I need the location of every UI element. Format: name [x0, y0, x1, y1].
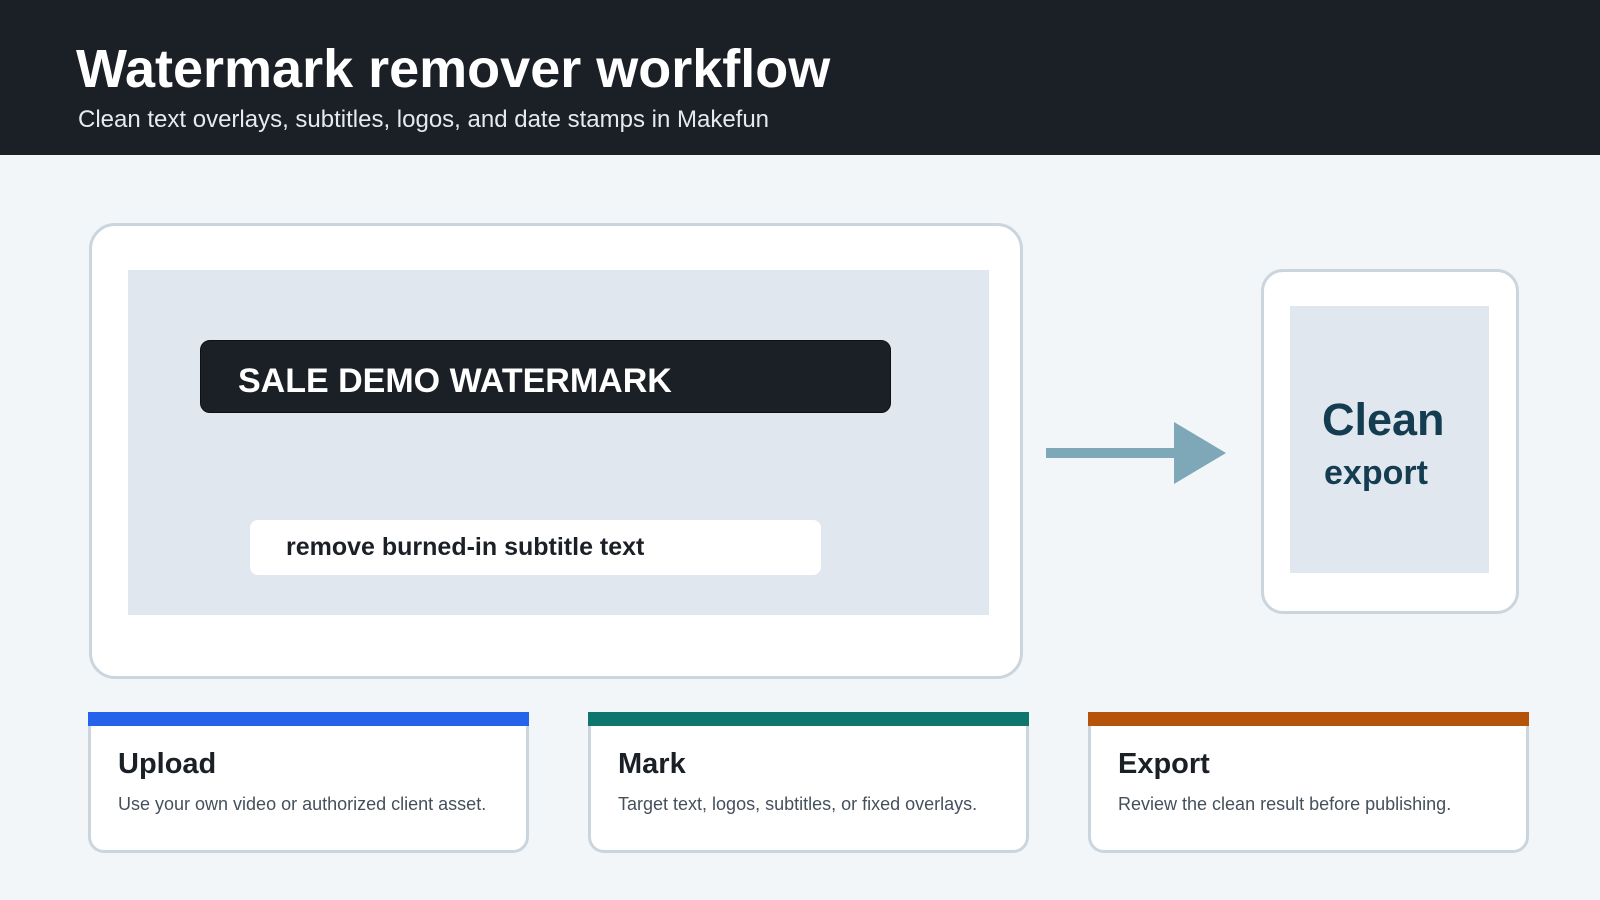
subtitle-overlay-text: remove burned-in subtitle text: [286, 533, 645, 561]
arrow-right-icon: [1046, 422, 1226, 484]
watermark-text: SALE DEMO WATERMARK: [238, 362, 672, 400]
header: Watermark remover workflow Clean text ov…: [0, 0, 1600, 155]
step-description: Review the clean result before publishin…: [1118, 794, 1452, 814]
step-card-mark: Mark Target text, logos, subtitles, or f…: [588, 712, 1029, 853]
clean-label: Clean: [1322, 394, 1445, 445]
step-title: Mark: [618, 748, 686, 780]
page-subtitle: Clean text overlays, subtitles, logos, a…: [78, 106, 770, 133]
step-card-upload: Upload Use your own video or authorized …: [88, 712, 529, 853]
step-description: Target text, logos, subtitles, or fixed …: [618, 794, 978, 814]
arrow-shaft: [1046, 448, 1176, 458]
step-accent-bar: [1088, 712, 1529, 726]
step-accent-bar: [88, 712, 529, 726]
step-accent-bar: [588, 712, 1029, 726]
step-title: Upload: [118, 748, 217, 780]
page-title: Watermark remover workflow: [76, 39, 831, 99]
step-title: Export: [1118, 748, 1210, 780]
step-card-export: Export Review the clean result before pu…: [1088, 712, 1529, 853]
export-label: export: [1324, 454, 1428, 492]
step-description: Use your own video or authorized client …: [118, 794, 487, 814]
arrow-head: [1174, 422, 1226, 484]
